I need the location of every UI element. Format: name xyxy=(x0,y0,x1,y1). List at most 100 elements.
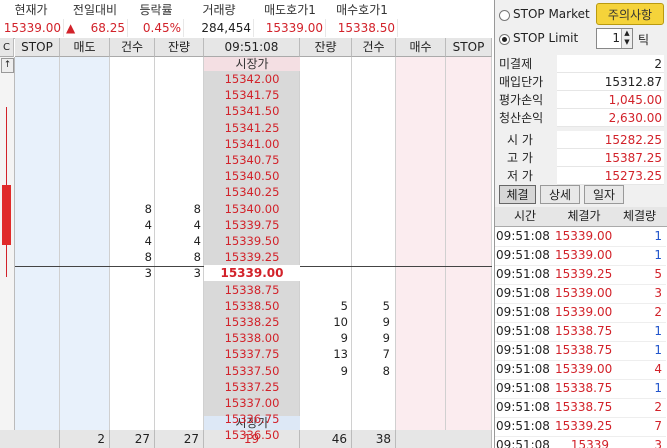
sell-qty-cell xyxy=(155,87,204,103)
summary-header-rate: 등락률 xyxy=(139,3,173,17)
sell-count-cell xyxy=(110,71,155,87)
trade-qty: 5 xyxy=(654,267,662,281)
position-value: 1,045.00 xyxy=(557,91,664,109)
trade-price: 15338.75 xyxy=(555,381,613,395)
trade-row[interactable]: 09:51:08 15339.00 3 xyxy=(495,284,666,304)
trade-row[interactable]: 09:51:08 15339.00 4 xyxy=(495,360,666,380)
header-sell-count: 건수 xyxy=(110,38,155,57)
scroll-up-icon[interactable]: ↑ xyxy=(1,58,14,73)
tab-daily[interactable]: 일자 xyxy=(584,185,624,204)
price-level[interactable]: 15341.50 xyxy=(204,103,300,119)
price-level[interactable]: 15338.00 xyxy=(204,330,300,346)
trade-qty: 2 xyxy=(654,400,662,414)
sell-qty-cell xyxy=(155,168,204,184)
summary-header-current: 현재가 xyxy=(14,3,48,17)
sell-stop-column[interactable] xyxy=(15,57,60,430)
tab-detail[interactable]: 상세 xyxy=(540,185,580,204)
position-value: 2,630.00 xyxy=(557,109,664,127)
sell-qty-cell xyxy=(155,184,204,200)
buy-count-cell xyxy=(352,379,396,395)
price-level[interactable]: 15339.50 xyxy=(204,233,300,249)
trade-row[interactable]: 09:51:08 15339 3 xyxy=(495,436,666,448)
trades-header: 시간 체결가 체결량 xyxy=(495,207,667,227)
strip-header[interactable]: C xyxy=(0,38,14,57)
trade-row[interactable]: 09:51:08 15338.75 1 xyxy=(495,379,666,399)
price-level[interactable]: 15342.00 xyxy=(204,71,300,87)
notice-button[interactable]: 주의사항 xyxy=(596,3,664,25)
tick-value: 1 xyxy=(612,31,620,45)
buy-order-column[interactable] xyxy=(396,57,446,430)
price-level[interactable]: 15336.75 xyxy=(204,411,300,427)
price-level[interactable]: 15337.25 xyxy=(204,379,300,395)
trade-price: 15339.00 xyxy=(555,286,613,300)
header-sell-qty: 잔량 xyxy=(155,38,204,57)
summary-header-change: 전일대비 xyxy=(72,3,118,17)
buy-count-cell xyxy=(352,395,396,411)
sell-count-cell xyxy=(110,184,155,200)
volume-value: 284,454 xyxy=(184,19,254,37)
trade-price: 15338.75 xyxy=(555,400,613,414)
price-level[interactable]: 15339.25 xyxy=(204,249,300,265)
trade-row[interactable]: 09:51:08 15339.00 2 xyxy=(495,303,666,323)
trade-row[interactable]: 09:51:08 15339.25 7 xyxy=(495,417,666,437)
stop-limit-radio[interactable] xyxy=(499,34,510,45)
buy-count-cell: 9 xyxy=(382,315,390,329)
trade-price: 15339.00 xyxy=(555,248,613,262)
header-buy-qty: 잔량 xyxy=(300,38,352,57)
price-level[interactable]: 15341.25 xyxy=(204,120,300,136)
stepper-arrows-icon[interactable]: ▲ ▼ xyxy=(621,29,632,48)
trade-row[interactable]: 09:51:08 15339.00 1 xyxy=(495,246,666,266)
price-level[interactable]: 15340.50 xyxy=(204,168,300,184)
price-level[interactable]: 15340.75 xyxy=(204,152,300,168)
price-level[interactable]: 15341.00 xyxy=(204,136,300,152)
tick-stepper[interactable]: 1 ▲ ▼ xyxy=(596,28,633,49)
price-level[interactable]: 15337.50 xyxy=(204,363,300,379)
price-level[interactable]: 15338.50 xyxy=(204,298,300,314)
price-level[interactable]: 15338.25 xyxy=(204,314,300,330)
trade-price: 15339.00 xyxy=(555,305,613,319)
stop-limit-label[interactable]: STOP Limit xyxy=(513,31,578,45)
price-level[interactable]: 15339.75 xyxy=(204,217,300,233)
price-level[interactable]: 15338.75 xyxy=(204,282,300,298)
price-level[interactable]: 15340.00 xyxy=(204,201,300,217)
sell-order-column[interactable] xyxy=(60,57,110,430)
trade-price: 15339 xyxy=(570,438,609,448)
trade-time: 09:51:08 xyxy=(496,267,550,281)
sell-qty-cell: 3 xyxy=(193,266,201,281)
price-level[interactable]: 15341.75 xyxy=(204,87,300,103)
up-arrow-icon: ▲ xyxy=(66,21,76,35)
trade-row[interactable]: 09:51:08 15338.75 2 xyxy=(495,398,666,418)
buy-stop-column[interactable] xyxy=(446,57,492,430)
header-sell-stop: STOP xyxy=(15,38,60,57)
change-value: ▲ 68.25 xyxy=(64,19,128,37)
trade-row[interactable]: 09:51:08 15339.25 5 xyxy=(495,265,666,285)
footer-sell-total: 2 xyxy=(60,430,110,448)
trade-time: 09:51:08 xyxy=(496,324,550,338)
trades-list[interactable]: 09:51:08 15339.00 1 09:51:08 15339.00 1 09:51:… xyxy=(495,227,667,448)
position-value: 15312.87 xyxy=(557,73,664,91)
trade-qty: 1 xyxy=(654,343,662,357)
trade-time: 09:51:08 xyxy=(496,381,550,395)
price-level[interactable]: 15340.25 xyxy=(204,184,300,200)
buy-qty-cell xyxy=(300,395,352,411)
sell-market-price-cell[interactable]: 시장가 xyxy=(204,57,300,71)
stop-market-label[interactable]: STOP Market xyxy=(513,7,590,21)
trade-row[interactable]: 09:51:08 15339.00 1 xyxy=(495,227,666,247)
trade-price: 15339.00 xyxy=(555,229,613,243)
trade-time: 09:51:08 xyxy=(496,400,550,414)
price-level[interactable]: 15337.00 xyxy=(204,395,300,411)
sell-count-cell xyxy=(110,87,155,103)
header-time: 09:51:08 xyxy=(204,38,300,57)
trade-row[interactable]: 09:51:08 15338.75 1 xyxy=(495,322,666,342)
price-level[interactable]: 15337.75 xyxy=(204,346,300,362)
footer-sell-count: 27 xyxy=(110,430,155,448)
tab-fills[interactable]: 체결 xyxy=(499,185,536,204)
price-level[interactable]: 15336.50 xyxy=(204,427,300,443)
summary-header-bid1: 매수호가1 xyxy=(336,3,388,17)
trade-time: 09:51:08 xyxy=(496,419,550,433)
stop-market-radio[interactable] xyxy=(499,10,510,21)
header-sell: 매도 xyxy=(60,38,110,57)
trade-row[interactable]: 09:51:08 15338.75 1 xyxy=(495,341,666,361)
price-level[interactable]: 15339.00 xyxy=(204,265,300,282)
position-label: 청산손익 xyxy=(499,111,544,125)
